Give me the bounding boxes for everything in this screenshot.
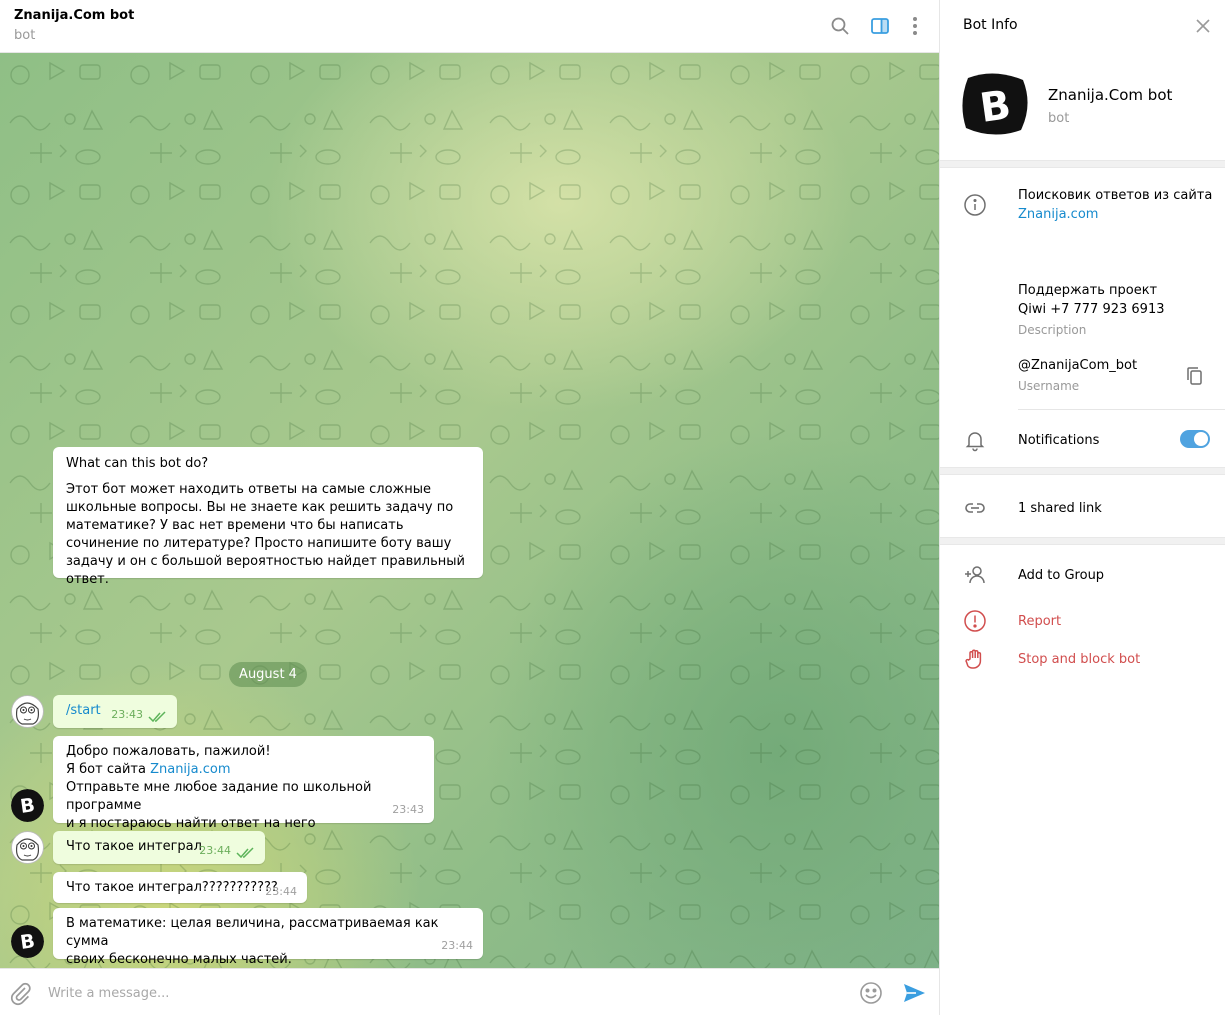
chat-subtitle: bot [14, 28, 36, 43]
support-text: Поддержать проект Qiwi +7 777 923 6913 [1018, 281, 1165, 319]
message-text: Что такое интеграл [66, 839, 202, 854]
bot-profile-avatar[interactable]: B [958, 70, 1031, 138]
about-text: Поисковик ответов из сайта Znanija.com [1018, 186, 1212, 224]
about-site-link[interactable]: Znanija.com [1018, 205, 1212, 224]
more-vertical-icon[interactable] [904, 15, 926, 37]
report-icon [963, 609, 987, 633]
about-line: Поисковик ответов из сайта [1018, 188, 1213, 203]
message-time: 23:44 [199, 844, 231, 857]
support-line: Поддержать проект [1018, 283, 1158, 298]
bot-subtitle: bot [1048, 111, 1070, 126]
section-divider [940, 537, 1225, 545]
message-line: Добро пожаловать, пажилой! [66, 744, 271, 759]
user-avatar[interactable] [11, 695, 44, 728]
report-button[interactable]: Report [1018, 612, 1061, 631]
message-incoming[interactable]: Что такое интеграл??????????? 23:44 [53, 872, 307, 903]
user-avatar[interactable] [11, 831, 44, 864]
stop-hand-icon [963, 647, 987, 671]
shared-links-item[interactable]: 1 shared link [1018, 499, 1102, 518]
support-line: Qiwi +7 777 923 6913 [1018, 302, 1165, 317]
bot-avatar[interactable]: B [11, 789, 44, 822]
add-user-icon [963, 563, 987, 587]
chat-area: Znanija.Com bot bot What can this bot do… [0, 0, 939, 1015]
message-incoming[interactable]: Добро пожаловать, пажилой! Я бот сайта Z… [53, 736, 434, 831]
svg-text:B: B [19, 930, 36, 954]
notifications-label: Notifications [1018, 433, 1100, 448]
info-icon [963, 193, 987, 217]
bot-info-panel: Bot Info B Znanija.Com bot bot Поисковик… [939, 0, 1225, 1015]
message-composer [0, 968, 939, 1015]
bell-icon [963, 428, 987, 452]
link-icon [963, 496, 987, 520]
copy-icon[interactable] [1183, 364, 1205, 386]
svg-text:B: B [977, 82, 1014, 132]
bot-avatar[interactable]: B [11, 925, 44, 958]
username-label: Username [1018, 379, 1080, 393]
username-value[interactable]: @ZnanijaCom_bot [1018, 356, 1137, 375]
add-to-group-button[interactable]: Add to Group [1018, 566, 1104, 585]
bot-name: Znanija.Com bot [1048, 86, 1173, 104]
message-line: Отправьте мне любое задание по школьной … [66, 780, 372, 813]
read-checks-icon [148, 711, 166, 723]
section-divider [940, 160, 1225, 168]
svg-text:B: B [19, 794, 36, 818]
intro-text: Этот бот может находить ответы на самые … [66, 482, 465, 587]
attach-icon[interactable] [8, 980, 34, 1006]
intro-title: What can this bot do? [66, 456, 209, 471]
stop-and-block-button[interactable]: Stop and block bot [1018, 650, 1140, 669]
send-icon[interactable] [901, 980, 927, 1006]
message-incoming[interactable]: В математике: целая величина, рассматрив… [53, 908, 483, 967]
bot-intro-card: What can this bot do? Этот бот может нах… [53, 447, 483, 587]
message-line: Я бот сайта Znanija.com [66, 761, 421, 779]
message-line-text: Я бот сайта [66, 762, 151, 777]
close-icon[interactable] [1194, 17, 1212, 35]
section-divider [940, 467, 1225, 475]
search-icon[interactable] [829, 15, 851, 37]
message-outgoing[interactable]: /start 23:43 [53, 695, 177, 728]
message-line: В математике: целая величина, рассматрив… [66, 916, 439, 949]
site-link[interactable]: Znanija.com [150, 762, 230, 777]
sidebar-toggle-icon[interactable] [869, 15, 891, 37]
message-command-link[interactable]: /start [66, 702, 101, 720]
message-line: своих бесконечно малых частей. [66, 952, 292, 967]
message-time: 23:43 [111, 708, 143, 721]
message-input[interactable] [48, 981, 838, 1005]
panel-title: Bot Info [963, 17, 1018, 33]
chat-header: Znanija.Com bot bot [0, 0, 939, 53]
toggle-knob [1194, 432, 1208, 446]
emoji-icon[interactable] [858, 980, 884, 1006]
message-time: 23:43 [392, 803, 424, 816]
chat-title[interactable]: Znanija.Com bot [14, 8, 134, 23]
message-time: 23:44 [265, 885, 297, 898]
description-label: Description [1018, 323, 1087, 337]
message-time: 23:44 [441, 939, 473, 952]
message-outgoing[interactable]: Что такое интеграл 23:44 [53, 831, 265, 864]
row-divider [1018, 409, 1225, 410]
date-separator: August 4 [229, 662, 307, 687]
notifications-toggle[interactable] [1180, 430, 1210, 448]
message-text: Что такое интеграл??????????? [66, 880, 278, 895]
read-checks-icon [236, 847, 254, 859]
